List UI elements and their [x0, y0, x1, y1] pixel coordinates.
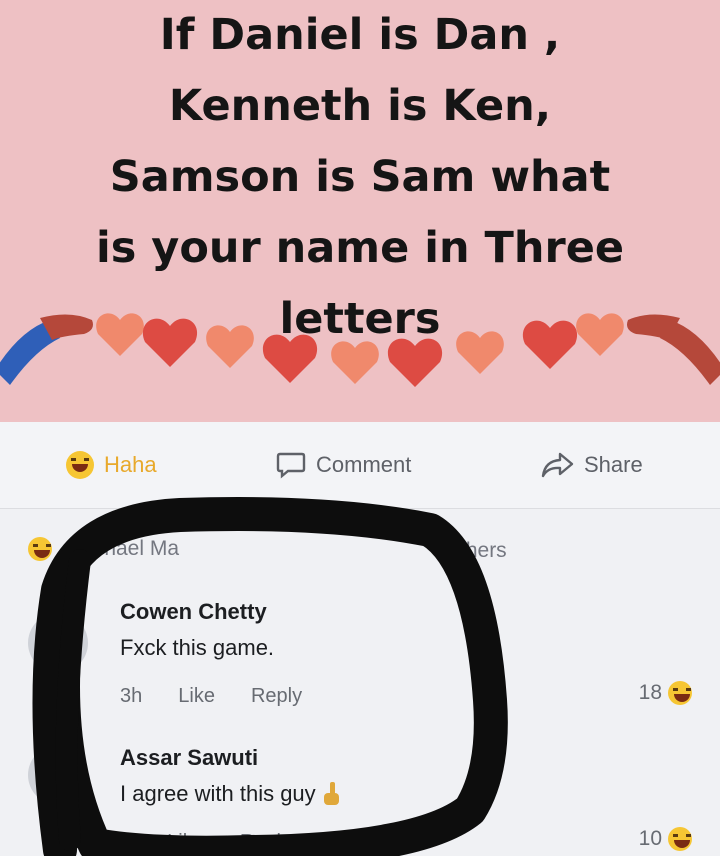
avatar[interactable] [28, 613, 88, 673]
hearts-garland-illustration [0, 313, 720, 387]
comment-button[interactable]: Comment [276, 450, 411, 480]
reaction-count-number: 18 [638, 681, 662, 704]
comment-author[interactable]: Cowen Chetty [120, 599, 274, 625]
comments-section: , Michael Ma thers Cowen Chetty Fxck thi… [0, 509, 720, 856]
post-action-bar: Haha Comment Share [0, 422, 720, 509]
headline-line: Kenneth is Ken, [168, 81, 552, 131]
comment-time: h [120, 831, 132, 853]
comment-text: Fxck this game. [120, 635, 275, 660]
haha-emoji-icon [668, 827, 692, 851]
share-icon [541, 452, 574, 478]
comment-label: Comment [316, 452, 412, 477]
comment-item: Cowen Chetty Fxck this game. [120, 599, 274, 661]
headline-line: is your name in Three [95, 223, 625, 273]
reactors-names: , Michael Ma [60, 537, 180, 560]
reactors-others[interactable]: thers [460, 539, 507, 563]
comment-text-row: I agree with this guy [120, 781, 342, 807]
haha-emoji-icon [28, 537, 52, 561]
reply-link[interactable]: Reply [240, 831, 291, 854]
comment-icon [276, 452, 306, 479]
comment-text: I agree with this guy [120, 781, 316, 806]
haha-label: Haha [104, 452, 157, 477]
post-image[interactable]: If Daniel is Dan , Kenneth is Ken, Samso… [0, 0, 720, 422]
comment-time: 3h [120, 685, 143, 707]
comment-item: Assar Sawuti I agree with this guy [120, 745, 342, 807]
headline-line: If Daniel is Dan , [159, 10, 561, 60]
reaction-count[interactable]: 18 [639, 681, 692, 705]
pointing-hand-emoji-icon [323, 782, 339, 805]
reaction-count-number: 10 [638, 827, 662, 850]
reaction-count[interactable]: 10 [639, 827, 692, 851]
share-label: Share [584, 452, 643, 477]
reactors-summary[interactable]: , Michael Ma [28, 537, 179, 561]
comment-author[interactable]: Assar Sawuti [120, 745, 342, 771]
avatar[interactable] [28, 745, 88, 805]
comment-meta: h Like Reply [120, 831, 291, 854]
headline-line: Samson is Sam what [109, 152, 611, 202]
share-button[interactable]: Share [540, 450, 643, 480]
haha-emoji-icon [668, 681, 692, 705]
like-link[interactable]: Like [178, 685, 215, 708]
reply-link[interactable]: Reply [251, 685, 302, 708]
like-link[interactable]: Like [167, 831, 204, 854]
comment-meta: 3h Like Reply [120, 685, 302, 708]
haha-reaction-button[interactable]: Haha [66, 450, 157, 480]
haha-emoji-icon [66, 451, 94, 479]
